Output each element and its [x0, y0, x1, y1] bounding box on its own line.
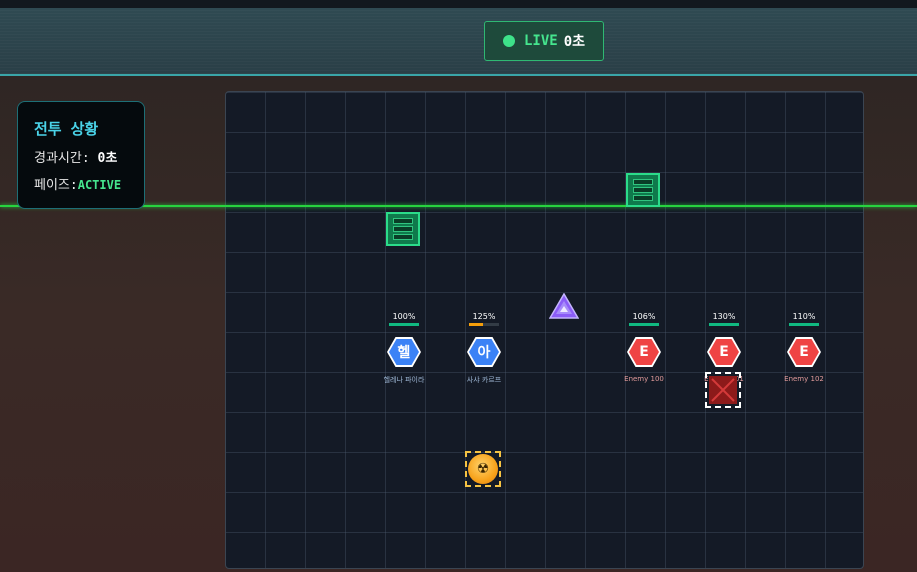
phase-row: 페이즈:ACTIVE	[34, 174, 144, 193]
unit-ally-2[interactable]: 125% 아 사샤 카르프	[454, 312, 514, 385]
hp-percent: 130%	[712, 312, 736, 321]
barrier-icon[interactable]	[626, 173, 660, 207]
battle-board[interactable]	[225, 91, 864, 569]
enemy-unit-icon[interactable]: E	[627, 337, 661, 367]
crossed-box-icon	[709, 376, 737, 404]
unit-glyph: 헬	[389, 339, 419, 365]
battle-status-panel: 전투 상황 경과시간: 0초 페이즈:ACTIVE	[17, 101, 145, 209]
live-label: LIVE	[523, 33, 558, 49]
hp-bar	[469, 323, 499, 326]
hp-bar	[629, 323, 659, 326]
phase-value: ACTIVE	[77, 178, 122, 192]
unit-ally-1[interactable]: 100% 헬 헬레나 파이라	[374, 312, 434, 385]
unit-name: Enemy 102	[784, 375, 824, 383]
hp-percent: 100%	[392, 312, 416, 321]
hp-percent: 106%	[632, 312, 656, 321]
hp-bar	[789, 323, 819, 326]
hp-percent: 125%	[472, 312, 496, 321]
radiation-icon: ☢	[468, 454, 498, 484]
unit-name: Enemy 100	[624, 375, 664, 383]
elapsed-value: 0초	[97, 151, 118, 166]
unit-name: 사샤 카르프	[466, 376, 502, 384]
unit-glyph: E	[789, 339, 819, 365]
enemy-unit-icon[interactable]: E	[787, 337, 821, 367]
header-bar	[0, 8, 917, 76]
unit-enemy-100[interactable]: 106% E Enemy 100	[614, 312, 674, 383]
hp-percent: 110%	[792, 312, 816, 321]
live-indicator: LIVE 0초	[484, 21, 604, 61]
unit-enemy-102[interactable]: 110% E Enemy 102	[774, 312, 834, 383]
ally-unit-icon[interactable]: 아	[467, 337, 501, 367]
triangle-crystal-icon[interactable]	[549, 293, 579, 319]
elapsed-label: 경과시간:	[34, 151, 90, 166]
enemy-unit-icon[interactable]: E	[707, 337, 741, 367]
phase-label: 페이즈:	[34, 178, 78, 193]
panel-title: 전투 상황	[34, 120, 99, 138]
hp-bar	[389, 323, 419, 326]
hp-bar	[709, 323, 739, 326]
unit-glyph: E	[629, 339, 659, 365]
hazard-marker[interactable]: ☢	[465, 451, 501, 487]
unit-glyph: 아	[469, 339, 499, 365]
barrier-icon[interactable]	[386, 212, 420, 246]
top-strip	[0, 0, 917, 8]
target-marker[interactable]	[705, 372, 741, 408]
unit-name: 헬레나 파이라	[383, 376, 425, 384]
ally-unit-icon[interactable]: 헬	[387, 337, 421, 367]
unit-glyph: E	[709, 339, 739, 365]
live-dot-icon	[502, 35, 515, 47]
elapsed-row: 경과시간: 0초	[34, 147, 144, 166]
live-elapsed: 0초	[563, 34, 586, 50]
